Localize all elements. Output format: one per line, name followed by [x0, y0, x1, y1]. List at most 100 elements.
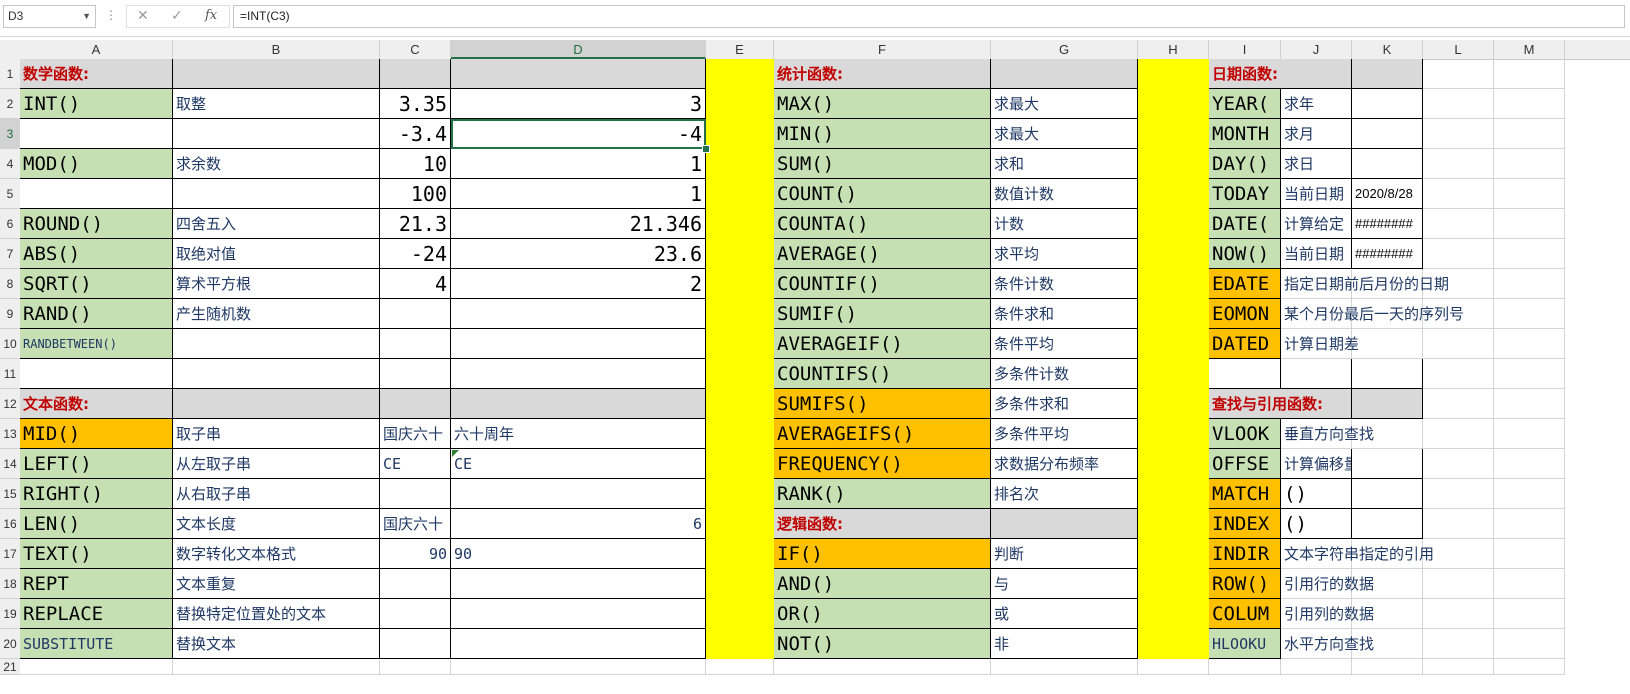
empty-cell[interactable] [1494, 599, 1565, 629]
row-header-21[interactable]: 21 [0, 659, 20, 675]
function-name-cell[interactable]: SUBSTITUTE [20, 629, 173, 659]
row-header-9[interactable]: 9 [0, 299, 20, 329]
function-desc-cell[interactable]: 取子串 [173, 419, 380, 449]
empty-cell[interactable] [991, 659, 1138, 675]
function-name-cell[interactable]: RANDBETWEEN() [20, 329, 173, 359]
highlight-cell[interactable] [1138, 569, 1209, 599]
empty-cell[interactable] [1494, 629, 1565, 659]
more-options-icon[interactable]: ⋮ [105, 8, 117, 22]
empty-cell[interactable] [1352, 509, 1423, 539]
highlight-cell[interactable] [706, 419, 774, 449]
empty-cell[interactable] [1352, 479, 1423, 509]
enter-icon[interactable]: ✓ [171, 8, 183, 24]
row-header-10[interactable]: 10 [0, 329, 20, 359]
row-header-20[interactable]: 20 [0, 629, 20, 659]
function-name-cell[interactable]: COUNT() [774, 179, 991, 209]
function-desc-cell[interactable] [173, 179, 380, 209]
function-desc-cell[interactable]: 判断 [991, 539, 1138, 569]
value-cell[interactable]: ######## [1352, 209, 1423, 239]
row-header-8[interactable]: 8 [0, 269, 20, 299]
empty-cell[interactable] [1494, 539, 1565, 569]
function-name-cell[interactable]: DATE( [1209, 209, 1281, 239]
empty-cell[interactable] [1494, 119, 1565, 149]
function-name-cell[interactable]: RANK() [774, 479, 991, 509]
highlight-cell[interactable] [706, 629, 774, 659]
function-name-cell[interactable]: HLOOKU [1209, 629, 1281, 659]
function-name-cell[interactable]: MID() [20, 419, 173, 449]
function-desc-cell[interactable]: 数值计数 [991, 179, 1138, 209]
function-desc-cell[interactable]: 求月 [1281, 119, 1352, 149]
function-name-cell[interactable]: NOW() [1209, 239, 1281, 269]
empty-cell[interactable] [451, 659, 706, 675]
function-desc-cell[interactable]: 求日 [1281, 149, 1352, 179]
function-name-cell[interactable]: COLUM [1209, 599, 1281, 629]
row-header-12[interactable]: 12 [0, 389, 20, 419]
function-desc-cell[interactable]: 多条件求和 [991, 389, 1138, 419]
empty-cell[interactable] [1494, 659, 1565, 675]
column-header-c[interactable]: C [380, 40, 451, 59]
row-header-3[interactable]: 3 [0, 119, 20, 149]
row-header-18[interactable]: 18 [0, 569, 20, 599]
result-cell[interactable]: 六十周年 [451, 419, 706, 449]
value-cell[interactable] [380, 599, 451, 629]
function-desc-cell[interactable]: 计数 [991, 209, 1138, 239]
function-desc-cell[interactable] [173, 119, 380, 149]
formula-input[interactable]: =INT(C3) [233, 5, 1625, 28]
function-name-cell[interactable]: AND() [774, 569, 991, 599]
function-name-cell[interactable]: IF() [774, 539, 991, 569]
result-cell[interactable] [451, 569, 706, 599]
function-name-cell[interactable]: RAND() [20, 299, 173, 329]
empty-cell[interactable] [173, 659, 380, 675]
empty-cell[interactable] [1494, 239, 1565, 269]
function-name-cell[interactable]: VLOOK [1209, 419, 1281, 449]
active-cell-d3[interactable]: -4 [451, 119, 706, 149]
function-desc-cell[interactable]: 垂直方向查找 [1281, 419, 1494, 449]
highlight-cell[interactable] [1138, 329, 1209, 359]
highlight-cell[interactable] [706, 539, 774, 569]
highlight-cell[interactable] [706, 359, 774, 389]
empty-cell[interactable] [1494, 329, 1565, 359]
result-cell[interactable]: 2 [451, 269, 706, 299]
empty-cell[interactable] [1494, 149, 1565, 179]
function-desc-cell[interactable]: 产生随机数 [173, 299, 380, 329]
function-name-cell[interactable]: OR() [774, 599, 991, 629]
column-header-k[interactable]: K [1352, 40, 1423, 59]
row-header-7[interactable]: 7 [0, 239, 20, 269]
column-header-i[interactable]: I [1209, 40, 1281, 59]
empty-cell[interactable] [173, 359, 380, 389]
function-desc-cell[interactable]: 指定日期前后月份的日期 [1281, 269, 1494, 299]
result-cell[interactable]: 6 [451, 509, 706, 539]
row-header-16[interactable]: 16 [0, 509, 20, 539]
function-name-cell[interactable]: REPLACE [20, 599, 173, 629]
empty-cell[interactable] [1494, 449, 1565, 479]
function-desc-cell[interactable]: 条件平均 [991, 329, 1138, 359]
function-name-cell[interactable]: INDIR [1209, 539, 1281, 569]
empty-cell[interactable] [1423, 509, 1494, 539]
function-desc-cell[interactable]: 计算偏移量 [1281, 449, 1352, 479]
function-name-cell[interactable]: YEAR( [1209, 89, 1281, 119]
value-cell[interactable] [380, 569, 451, 599]
column-header-e[interactable]: E [706, 40, 774, 59]
function-name-cell[interactable]: SQRT() [20, 269, 173, 299]
row-header-11[interactable]: 11 [0, 359, 20, 389]
function-desc-cell[interactable]: 条件求和 [991, 299, 1138, 329]
function-desc-cell[interactable]: 取整 [173, 89, 380, 119]
empty-cell[interactable] [1494, 209, 1565, 239]
function-name-cell[interactable]: INT() [20, 89, 173, 119]
name-box[interactable]: D3 ▼ [3, 5, 96, 28]
empty-cell[interactable] [1494, 359, 1565, 389]
highlight-cell[interactable] [706, 479, 774, 509]
highlight-cell[interactable] [1138, 209, 1209, 239]
result-cell[interactable]: CE [451, 449, 706, 479]
function-desc-cell[interactable]: 替换文本 [173, 629, 380, 659]
empty-cell[interactable] [1423, 119, 1494, 149]
highlight-cell[interactable] [1138, 359, 1209, 389]
result-cell[interactable] [451, 479, 706, 509]
error-indicator-icon[interactable] [452, 450, 459, 457]
function-name-cell[interactable]: COUNTIFS() [774, 359, 991, 389]
function-desc-cell[interactable]: 替换特定位置处的文本 [173, 599, 380, 629]
function-name-cell[interactable]: REPT [20, 569, 173, 599]
empty-cell[interactable] [1494, 269, 1565, 299]
highlight-cell[interactable] [706, 179, 774, 209]
function-desc-cell[interactable]: 当前日期 [1281, 239, 1352, 269]
